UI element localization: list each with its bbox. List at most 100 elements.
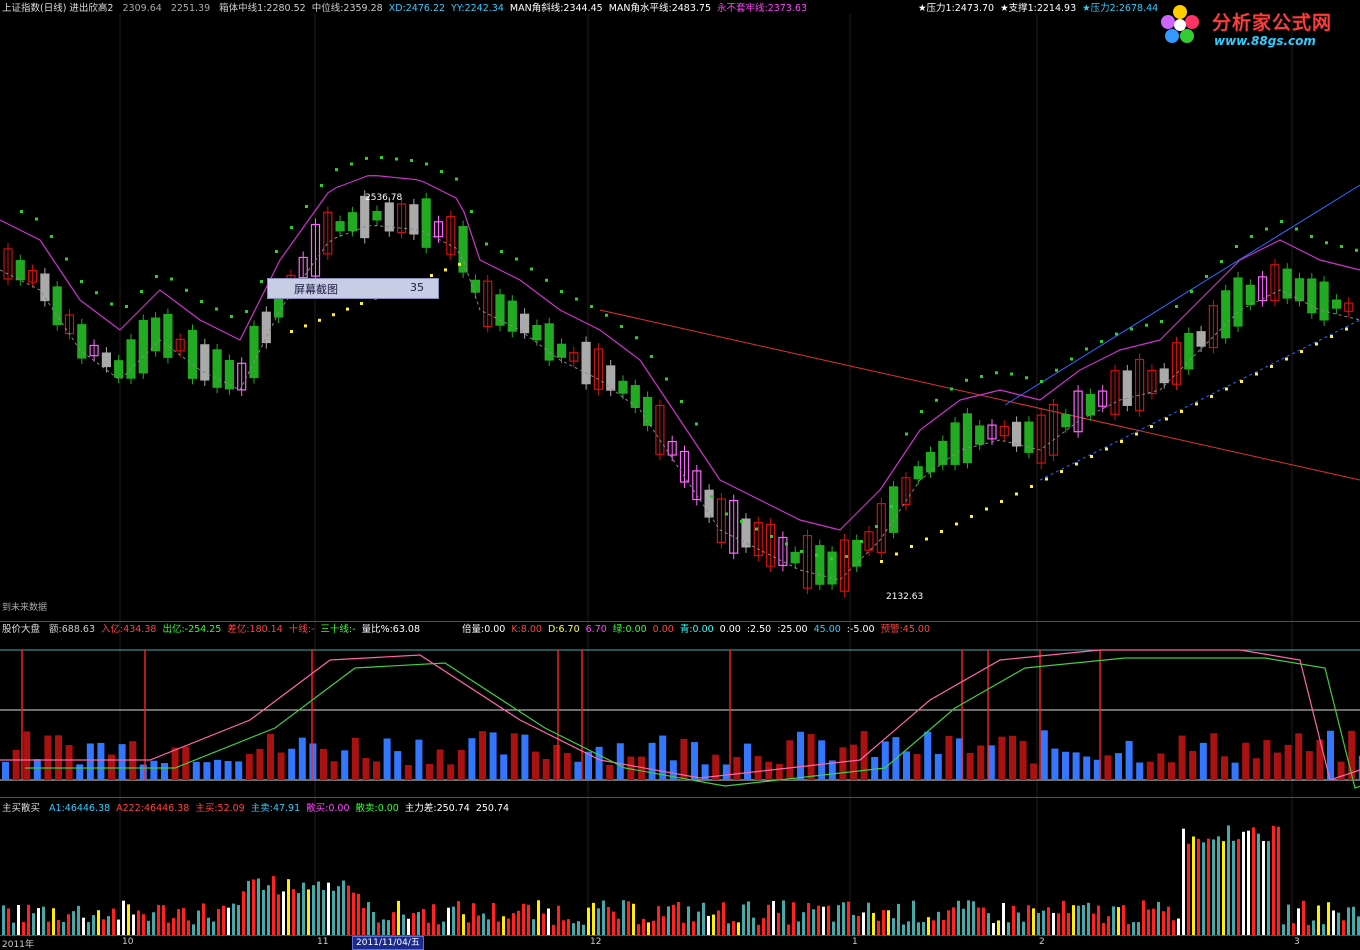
panel2-right-item: 45.00	[814, 624, 841, 635]
sar-dot	[1315, 342, 1318, 346]
flow-bar	[592, 902, 595, 935]
volume-bar	[563, 752, 571, 780]
volume-bar	[108, 754, 115, 780]
volume-bar	[606, 764, 614, 780]
sar-dot	[1085, 347, 1088, 351]
volume-bar	[722, 764, 730, 780]
selected-date-box[interactable]: 2011/11/04/五	[352, 936, 424, 950]
sar-dot	[1175, 305, 1178, 308]
candle-body	[200, 344, 210, 381]
sar-dot	[965, 378, 968, 382]
sar-dot	[880, 560, 883, 563]
flow-bar	[472, 903, 475, 935]
flow-bar	[137, 910, 140, 935]
sar-dot	[1295, 227, 1298, 231]
volume-bar	[235, 761, 243, 780]
flow-bar	[182, 908, 185, 935]
flow-bar	[1067, 913, 1070, 935]
flow-bar	[1192, 836, 1195, 935]
volume-bar	[786, 740, 794, 780]
flow-bar	[902, 924, 905, 935]
candle-body	[741, 518, 751, 548]
sar-dot	[1340, 245, 1343, 248]
volume-bar	[818, 740, 826, 780]
flow-bar	[462, 914, 465, 935]
volume-bar	[1009, 735, 1016, 780]
header-right-item: ★压力1:2473.70	[918, 3, 994, 14]
volume-bar	[1019, 740, 1027, 780]
sar-dot	[458, 262, 461, 266]
flow-bar	[942, 919, 945, 935]
sar-dot	[444, 268, 447, 272]
panel2-items-value: 180.14	[249, 624, 283, 635]
volume-bar	[1072, 752, 1080, 780]
panel2-right-value: 0.00	[692, 624, 714, 635]
sar-dot	[1030, 485, 1033, 488]
flow-bar	[552, 924, 555, 935]
flow-bar	[1057, 913, 1060, 935]
sar-dot	[65, 257, 68, 261]
header-right-label: ★压力1:	[918, 3, 955, 14]
main-panel-header: 上证指数(日线) 进出欣高2 2309.64 2251.39 箱体中线1:228…	[2, 2, 819, 16]
sar-dot	[515, 257, 518, 261]
flow-bar	[567, 919, 570, 935]
flow-bar	[1012, 905, 1015, 935]
volume-bar	[850, 744, 857, 780]
flow-bar	[952, 907, 955, 935]
flow-bar	[1232, 840, 1235, 935]
price-high-label: 2536.78	[365, 193, 403, 203]
volume-bar	[362, 757, 370, 780]
panel3-items-value: 47.91	[272, 803, 301, 814]
volume-panel-header: 股价大盘 额:688.63 入亿:434.38 出亿:-254.25 差亿:180.1…	[2, 623, 432, 637]
flow-bar	[822, 906, 825, 935]
flow-bar	[1247, 830, 1250, 935]
panel2-right-item: 预警:45.00	[881, 624, 930, 635]
panel2-right-label: K:	[511, 624, 521, 635]
volume-bar	[1189, 750, 1197, 780]
volume-bar	[330, 761, 338, 780]
volume-bar	[1305, 751, 1313, 780]
flow-bar	[992, 923, 995, 935]
flow-bar	[1082, 905, 1085, 935]
volume-bar	[415, 739, 423, 780]
flow-bar	[532, 919, 535, 935]
screenshot-tooltip[interactable]: 屏幕截图 35	[267, 278, 439, 299]
volume-bar	[860, 731, 868, 780]
x-axis-label: 11	[317, 937, 329, 947]
flow-bar	[277, 894, 280, 935]
candle-body	[925, 451, 936, 473]
sar-dot	[245, 310, 248, 313]
candle-body	[335, 221, 345, 232]
flow-bar	[502, 916, 505, 935]
flow-bar	[207, 917, 210, 935]
volume-bar	[118, 744, 126, 780]
sar-dot	[940, 530, 943, 533]
sar-dot	[620, 325, 623, 328]
sar-dot	[895, 552, 898, 556]
flow-bar	[57, 919, 60, 935]
volume-bar	[659, 735, 667, 780]
sar-dot	[455, 177, 458, 181]
flow-bar	[737, 922, 740, 935]
flow-bar	[92, 915, 95, 935]
sar-dot	[1055, 368, 1058, 372]
flow-bar	[497, 921, 500, 935]
sar-dot	[335, 168, 338, 172]
flow-bar	[777, 912, 780, 935]
sar-dot	[710, 495, 713, 498]
flow-bar	[787, 924, 790, 935]
sar-dot	[575, 297, 578, 301]
flow-bar	[837, 905, 840, 935]
panel2-items-value: -	[352, 624, 356, 635]
panel3-items-item: 250.74	[476, 803, 509, 814]
panel3-items-label: 散买:	[306, 803, 329, 814]
flow-bar	[1102, 922, 1105, 935]
flow-bar	[227, 907, 230, 935]
flow-bar	[22, 922, 25, 935]
volume-bar	[648, 742, 656, 780]
sar-dot	[905, 432, 908, 436]
volume-bar	[1146, 761, 1154, 780]
sar-dot	[1120, 440, 1123, 443]
volume-bar	[987, 745, 995, 780]
flow-bar	[1202, 842, 1205, 935]
